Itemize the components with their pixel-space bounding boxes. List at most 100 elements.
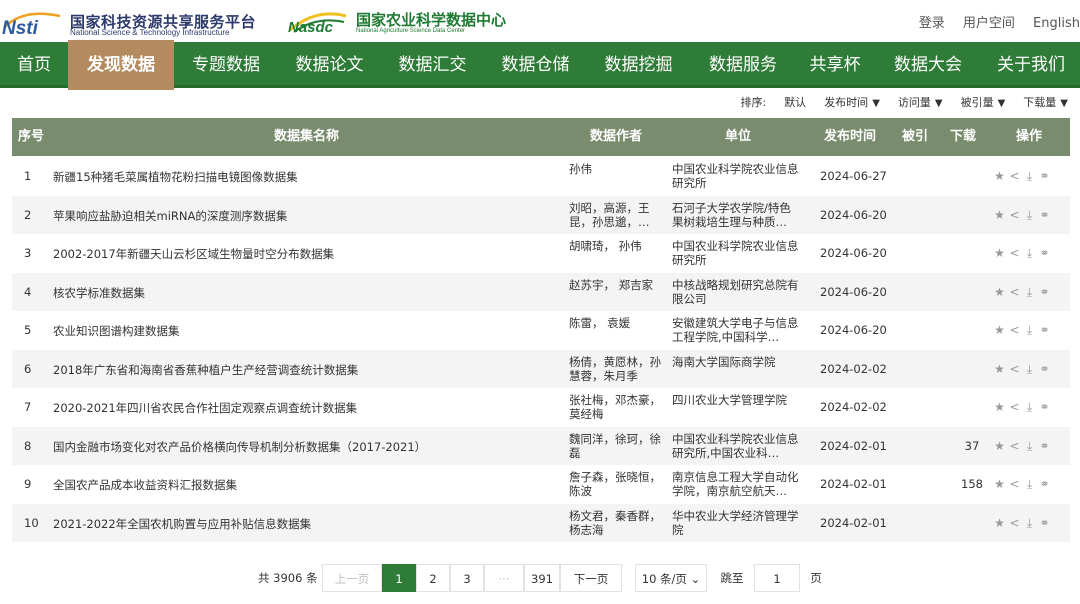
link-icon[interactable]: ⚭ xyxy=(1037,400,1052,414)
table-row: 10 2021-2022年全国农机购置与应用补贴信息数据集 杨文君，秦香群，杨志海华… xyxy=(12,503,1070,542)
dataset-name-link[interactable]: 2020-2021年四川省农民合作社固定观察点调查统计数据集 xyxy=(53,400,563,416)
share-icon[interactable]: < xyxy=(1007,208,1022,222)
nav-item-1[interactable]: 发现数据 xyxy=(68,40,174,90)
dataset-name-link[interactable]: 2021-2022年全国农机购置与应用补贴信息数据集 xyxy=(53,516,563,532)
header-author: 数据作者 xyxy=(590,129,643,144)
dataset-name-link[interactable]: 全国农产品成本收益资料汇报数据集 xyxy=(53,477,563,493)
sort-option-0[interactable]: 默认 xyxy=(784,96,806,109)
dataset-unit: 安徽建筑大学电子与信息工程学院,中国科学… xyxy=(672,316,799,344)
nav-item-6[interactable]: 数据挖掘 xyxy=(587,42,690,88)
dataset-unit: 石河子大学农学院/特色果树栽培生理与种质… xyxy=(672,200,791,229)
login-link[interactable]: 登录 xyxy=(919,16,945,31)
dataset-name-link[interactable]: 农业知识图谱构建数据集 xyxy=(53,323,563,339)
nasdc-logo[interactable]: Nasdc 国家农业科学数据中心 National Agriculture Sc… xyxy=(286,6,546,38)
dataset-name-link[interactable]: 新疆15种猪毛菜属植物花粉扫描电镜图像数据集 xyxy=(53,169,563,185)
page-3-button[interactable]: 3 xyxy=(450,564,484,592)
dataset-name-link[interactable]: 2002-2017年新疆天山云杉区域生物量时空分布数据集 xyxy=(53,246,563,262)
share-icon[interactable]: < xyxy=(1007,477,1022,491)
link-icon[interactable]: ⚭ xyxy=(1037,439,1052,453)
star-icon[interactable]: ★ xyxy=(992,285,1007,299)
nsti-subtitle: National Science & Technology Infrastruc… xyxy=(70,28,230,37)
sort-option-3[interactable]: 被引量 ▼ xyxy=(961,96,1006,109)
star-icon[interactable]: ★ xyxy=(992,400,1007,414)
link-icon[interactable]: ⚭ xyxy=(1037,246,1052,260)
download-icon[interactable]: ⤓ xyxy=(1022,323,1037,338)
top-links: 登录 用户空间 English xyxy=(905,12,1080,31)
page-size-value: 10 条/页 xyxy=(641,572,687,586)
download-icon[interactable]: ⤓ xyxy=(1022,516,1037,531)
link-icon[interactable]: ⚭ xyxy=(1037,208,1052,222)
share-icon[interactable]: < xyxy=(1007,439,1022,453)
page-391-button[interactable]: 391 xyxy=(524,564,560,592)
nav-item-7[interactable]: 数据服务 xyxy=(690,42,796,88)
nav-item-3[interactable]: 数据论文 xyxy=(278,42,381,88)
share-icon[interactable]: < xyxy=(1007,285,1022,299)
dataset-name-link[interactable]: 苹果响应盐胁迫相关miRNA的深度测序数据集 xyxy=(53,208,563,224)
nav-item-4[interactable]: 数据汇交 xyxy=(381,42,484,88)
download-icon[interactable]: ⤓ xyxy=(1022,285,1037,300)
sort-arrow-icon: ▼ xyxy=(1060,98,1068,109)
link-icon[interactable]: ⚭ xyxy=(1037,169,1052,183)
dataset-name-link[interactable]: 国内金融市场变化对农产品价格横向传导机制分析数据集（2017-2021） xyxy=(53,439,563,455)
star-icon[interactable]: ★ xyxy=(992,439,1007,453)
share-icon[interactable]: < xyxy=(1007,400,1022,414)
goto-input[interactable]: 1 xyxy=(754,564,800,592)
dataset-author: 张社梅，邓杰豪，莫经梅 xyxy=(569,393,661,421)
page-1-button[interactable]: 1 xyxy=(382,564,416,592)
download-count: 158 xyxy=(961,477,983,491)
header-name: 数据集名称 xyxy=(274,129,340,144)
star-icon[interactable]: ★ xyxy=(992,246,1007,260)
nav-item-2[interactable]: 专题数据 xyxy=(174,42,278,88)
link-icon[interactable]: ⚭ xyxy=(1037,323,1052,337)
link-icon[interactable]: ⚭ xyxy=(1037,516,1052,530)
table-row: 6 2018年广东省和海南省香蕉种植户生产经营调查统计数据集 杨倩，黄愿林，孙慧蓉，… xyxy=(12,349,1070,388)
nav-item-0[interactable]: 首页 xyxy=(0,42,68,88)
nav-item-8[interactable]: 共享杯 xyxy=(796,42,874,88)
page-size-select[interactable]: 10 条/页 ⌄ xyxy=(635,564,707,592)
download-icon[interactable]: ⤓ xyxy=(1022,208,1037,223)
star-icon[interactable]: ★ xyxy=(992,208,1007,222)
next-page-button[interactable]: 下一页 xyxy=(560,564,622,592)
nav-item-10[interactable]: 关于我们 xyxy=(982,42,1080,88)
download-icon[interactable]: ⤓ xyxy=(1022,169,1037,184)
prev-page-button[interactable]: 上一页 xyxy=(322,564,382,592)
nsti-logo[interactable]: Nsti 国家科技资源共享服务平台 National Science & Tec… xyxy=(2,6,272,38)
sort-option-1[interactable]: 发布时间 ▼ xyxy=(824,96,880,109)
download-icon[interactable]: ⤓ xyxy=(1022,439,1037,454)
link-icon[interactable]: ⚭ xyxy=(1037,285,1052,299)
star-icon[interactable]: ★ xyxy=(992,362,1007,376)
sort-option-label: 下载量 xyxy=(1023,96,1057,109)
page-ellipsis[interactable]: ··· xyxy=(484,564,524,592)
row-actions: ★ < ⤓ ⚭ xyxy=(992,362,1068,377)
sort-option-2[interactable]: 访问量 ▼ xyxy=(898,96,943,109)
star-icon[interactable]: ★ xyxy=(992,323,1007,337)
user-space-link[interactable]: 用户空间 xyxy=(963,16,1015,31)
publish-date: 2024-06-20 xyxy=(820,323,887,337)
share-icon[interactable]: < xyxy=(1007,323,1022,337)
link-icon[interactable]: ⚭ xyxy=(1037,362,1052,376)
download-icon[interactable]: ⤓ xyxy=(1022,362,1037,377)
link-icon[interactable]: ⚭ xyxy=(1037,477,1052,491)
star-icon[interactable]: ★ xyxy=(992,169,1007,183)
dataset-name-link[interactable]: 核农学标准数据集 xyxy=(53,285,563,301)
nav-item-9[interactable]: 数据大会 xyxy=(874,42,982,88)
nasdc-title: 国家农业科学数据中心 xyxy=(356,11,507,29)
english-link[interactable]: English xyxy=(1033,16,1080,31)
download-icon[interactable]: ⤓ xyxy=(1022,246,1037,261)
page-2-button[interactable]: 2 xyxy=(416,564,450,592)
download-icon[interactable]: ⤓ xyxy=(1022,400,1037,415)
star-icon[interactable]: ★ xyxy=(992,516,1007,530)
nav-item-5[interactable]: 数据仓储 xyxy=(484,42,587,88)
download-icon[interactable]: ⤓ xyxy=(1022,477,1037,492)
row-index: 10 xyxy=(24,515,39,530)
sort-bar: 排序: 默认 发布时间 ▼ 访问量 ▼ 被引量 ▼ 下载量 ▼ xyxy=(722,94,1068,110)
publish-date: 2024-06-27 xyxy=(820,169,887,183)
share-icon[interactable]: < xyxy=(1007,169,1022,183)
share-icon[interactable]: < xyxy=(1007,246,1022,260)
share-icon[interactable]: < xyxy=(1007,362,1022,376)
dataset-name-link[interactable]: 2018年广东省和海南省香蕉种植户生产经营调查统计数据集 xyxy=(53,362,563,378)
star-icon[interactable]: ★ xyxy=(992,477,1007,491)
sort-option-4[interactable]: 下载量 ▼ xyxy=(1023,96,1068,109)
share-icon[interactable]: < xyxy=(1007,516,1022,530)
row-index: 9 xyxy=(24,477,32,491)
